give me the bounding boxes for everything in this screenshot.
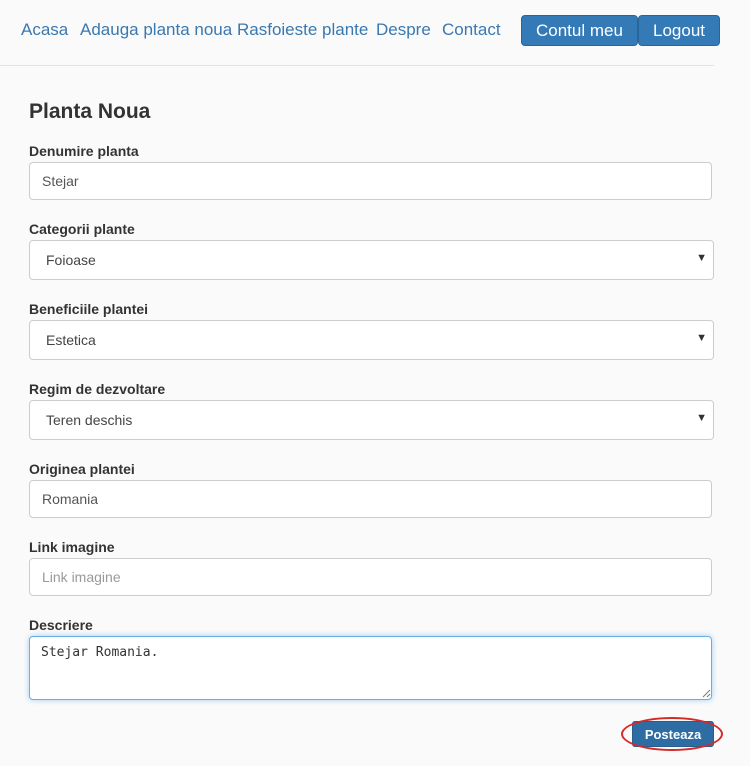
description-label: Descriere — [29, 617, 93, 633]
benefits-label: Beneficiile plantei — [29, 301, 149, 317]
growth-selected-value: Teren deschis — [46, 412, 133, 428]
top-navbar: Acasa Adauga planta noua Rasfoieste plan… — [0, 0, 720, 66]
name-label: Denumire planta — [29, 143, 139, 159]
description-textarea[interactable]: Stejar Romania. — [29, 636, 712, 700]
resize-grip-icon[interactable] — [702, 689, 711, 698]
nav-link-despre[interactable]: Despre — [376, 20, 431, 40]
category-label: Categorii plante — [29, 221, 135, 237]
caret-down-icon: ▼ — [696, 412, 707, 424]
category-select[interactable]: Foioase ▼ — [29, 240, 714, 280]
growth-label: Regim de dezvoltare — [29, 381, 166, 397]
growth-select[interactable]: Teren deschis ▼ — [29, 400, 714, 440]
caret-down-icon: ▼ — [696, 332, 707, 344]
nav-link-adauga-planta[interactable]: Adauga planta noua — [80, 20, 232, 40]
post-button[interactable]: Posteaza — [632, 721, 714, 747]
nav-link-contact[interactable]: Contact — [442, 20, 501, 40]
page-title: Planta Noua — [29, 100, 151, 123]
origin-input[interactable] — [29, 480, 712, 518]
caret-down-icon: ▼ — [696, 252, 707, 264]
account-button[interactable]: Contul meu — [521, 15, 638, 46]
nav-link-acasa[interactable]: Acasa — [21, 20, 68, 40]
image-link-label: Link imagine — [29, 539, 115, 555]
plant-name-input[interactable] — [29, 162, 712, 200]
logout-button[interactable]: Logout — [638, 15, 720, 46]
image-link-input[interactable] — [29, 558, 712, 596]
benefits-select[interactable]: Estetica ▼ — [29, 320, 714, 360]
benefits-selected-value: Estetica — [46, 332, 96, 348]
category-selected-value: Foioase — [46, 252, 96, 268]
origin-label: Originea plantei — [29, 461, 135, 477]
nav-link-rasfoieste[interactable]: Rasfoieste plante — [237, 20, 368, 40]
